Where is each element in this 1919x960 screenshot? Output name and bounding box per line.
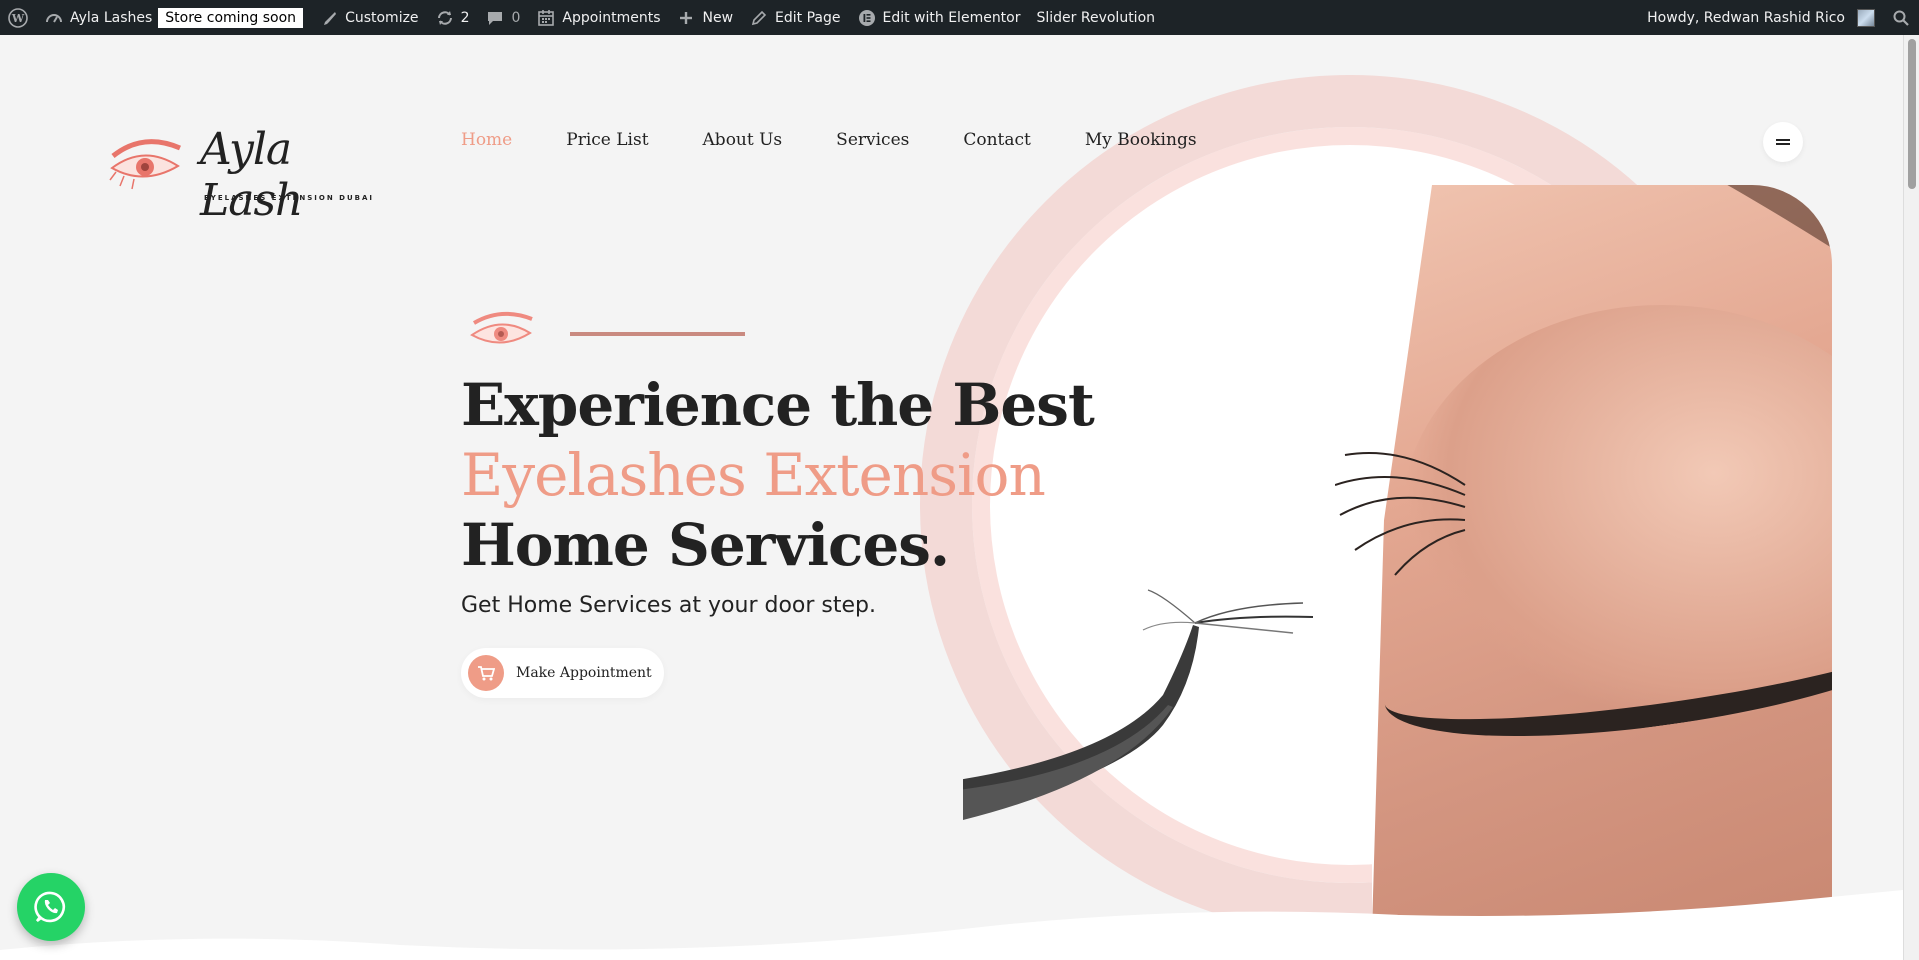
nav-price-list[interactable]: Price List (566, 130, 648, 150)
hero-subheading: Get Home Services at your door step. (461, 593, 876, 618)
updates-icon (435, 8, 455, 28)
plus-icon (676, 8, 696, 28)
customize-link[interactable]: Customize (311, 0, 427, 35)
new-label: New (702, 9, 734, 26)
headline-line-2: Eyelashes Extension (461, 441, 1046, 509)
appointments-label: Appointments (562, 9, 661, 26)
headline-line-3: Home Services. (461, 511, 950, 579)
nav-contact[interactable]: Contact (963, 130, 1031, 150)
site-name-menu[interactable]: Ayla Lashes Store coming soon (36, 0, 311, 35)
avatar (1857, 8, 1875, 27)
make-appointment-label: Make Appointment (516, 665, 652, 681)
comments-count: 0 (511, 9, 521, 26)
dashboard-icon (44, 8, 64, 28)
store-coming-soon-badge[interactable]: Store coming soon (158, 7, 304, 28)
page: Ayla Lash EYELASHES EXTENSION DUBAI Home… (0, 35, 1903, 960)
comments-link[interactable]: 0 (477, 0, 528, 35)
search-icon (1891, 8, 1911, 28)
main-navigation: Home Price List About Us Services Contac… (461, 130, 1251, 150)
appointments-link[interactable]: Appointments (528, 0, 668, 35)
bottom-wave-divider (0, 890, 1903, 960)
brush-icon (319, 8, 339, 28)
svg-text:W: W (11, 12, 25, 25)
lashes-illustration (1335, 452, 1466, 576)
headline-line-1: Experience the Best (461, 371, 1095, 439)
calendar-icon (536, 8, 556, 28)
wordpress-icon: W (8, 7, 28, 28)
cart-icon (468, 655, 504, 691)
offcanvas-menu-button[interactable] (1763, 122, 1803, 162)
nav-home[interactable]: Home (461, 130, 512, 150)
admin-search-button[interactable] (1883, 0, 1919, 35)
elementor-icon (857, 8, 877, 28)
pencil-icon (749, 8, 769, 28)
eye-logo-icon (109, 139, 181, 190)
site-name: Ayla Lashes (70, 9, 153, 26)
scrollbar-thumb[interactable] (1908, 39, 1916, 189)
site-logo[interactable]: Ayla Lash EYELASHES EXTENSION DUBAI (108, 114, 372, 226)
updates-count: 2 (460, 9, 470, 26)
hero-divider-line (570, 332, 745, 336)
customize-label: Customize (345, 9, 419, 26)
nav-about-us[interactable]: About Us (703, 130, 783, 150)
eye-decoration-icon (470, 311, 533, 344)
whatsapp-icon (34, 891, 66, 923)
edit-elementor-link[interactable]: Edit with Elementor (849, 0, 1029, 35)
page-scrollbar[interactable] (1903, 35, 1919, 960)
logo-subtitle: EYELASHES EXTENSION DUBAI (204, 194, 375, 202)
my-account-menu[interactable]: Howdy, Redwan Rashid Rico (1639, 0, 1883, 35)
admin-bar: W Ayla Lashes Store coming soon Customiz… (0, 0, 1919, 35)
nav-services[interactable]: Services (836, 130, 909, 150)
slider-revolution-label: Slider Revolution (1036, 9, 1156, 26)
make-appointment-button[interactable]: Make Appointment (461, 648, 664, 698)
comment-icon (485, 8, 505, 28)
updates-link[interactable]: 2 (427, 0, 478, 35)
howdy-label: Howdy, Redwan Rashid Rico (1647, 9, 1845, 26)
nav-my-bookings[interactable]: My Bookings (1085, 130, 1197, 150)
new-content-link[interactable]: New (668, 0, 741, 35)
wordpress-logo-menu[interactable]: W (0, 0, 36, 35)
menu-icon (1776, 137, 1790, 147)
edit-page-link[interactable]: Edit Page (741, 0, 848, 35)
hero-headline: Experience the Best Eyelashes Extension … (461, 370, 1095, 580)
whatsapp-chat-button[interactable] (17, 873, 85, 941)
logo-title: Ayla Lash (200, 124, 303, 226)
edit-page-label: Edit Page (775, 9, 841, 26)
edit-elementor-label: Edit with Elementor (882, 9, 1021, 26)
tweezer-illustration (963, 589, 1314, 820)
slider-revolution-link[interactable]: Slider Revolution (1029, 0, 1164, 35)
